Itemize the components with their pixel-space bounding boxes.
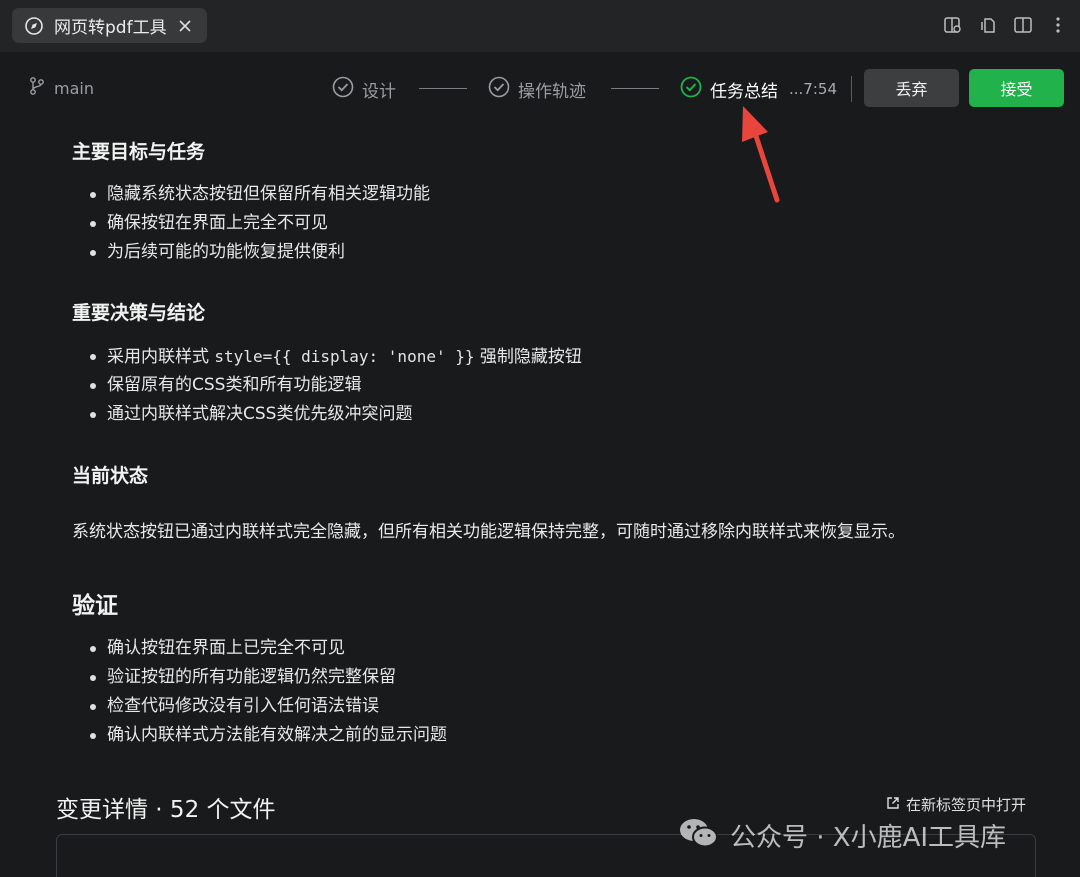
goals-list: 隐藏系统状态按钮但保留所有相关逻辑功能 确保按钮在界面上完全不可见 为后续可能的… [90,180,430,267]
watermark: 公众号 · X小鹿AI工具库 [678,816,1006,854]
list-item: 保留原有的CSS类和所有功能逻辑 [90,371,582,400]
annotation-arrow-icon [742,106,780,203]
section-heading-verify: 验证 [72,593,118,619]
list-item: 隐藏系统状态按钮但保留所有相关逻辑功能 [90,180,430,209]
timestamp: ...7:54 [789,80,837,98]
toolbar-divider [851,76,852,102]
open-in-new-tab-label: 在新标签页中打开 [906,796,1027,814]
list-item: 验证按钮的所有功能逻辑仍然完整保留 [90,663,447,692]
discard-button[interactable]: 丢弃 [864,69,959,107]
list-item: 采用内联样式 style={{ display: 'none' }} 强制隐藏按… [90,342,582,371]
step-connector [419,88,467,89]
step-label: 操作轨迹 [518,81,586,102]
changes-title: 变更详情 · 52 个文件 [56,797,276,823]
panel-search-icon[interactable] [943,14,963,36]
external-link-icon [886,796,900,814]
list-item: 确认按钮在界面上已完全不可见 [90,634,447,663]
step-design[interactable]: 设计 [332,76,396,102]
compass-icon [24,16,44,36]
step-label: 任务总结 [710,81,778,102]
tab-bar: 网页转pdf工具 [0,0,1080,52]
section-heading-decisions: 重要决策与结论 [72,302,206,324]
step-connector [611,88,659,89]
open-in-new-tab-link[interactable]: 在新标签页中打开 [886,794,1026,815]
close-icon[interactable] [175,16,195,36]
git-branch-icon [28,76,46,100]
inline-code: style={{ display: 'none' }} [214,347,475,366]
list-item: 检查代码修改没有引入任何语法错误 [90,692,447,721]
step-label: 设计 [362,81,396,102]
more-icon[interactable] [1048,14,1068,36]
task-toolbar: main 设计 操作轨迹 任务总结 ...7:54 丢弃 接受 [0,52,1080,124]
section-heading-goals: 主要目标与任务 [72,141,206,163]
branch-indicator[interactable]: main [28,76,94,100]
step-summary[interactable]: 任务总结 [680,76,778,102]
decisions-list: 采用内联样式 style={{ display: 'none' }} 强制隐藏按… [90,342,582,429]
list-item: 确保按钮在界面上完全不可见 [90,209,430,238]
check-circle-icon [680,76,702,102]
status-text: 系统状态按钮已通过内联样式完全隐藏，但所有相关功能逻辑保持完整，可随时通过移除内… [72,522,905,542]
section-heading-status: 当前状态 [72,465,149,487]
list-item: 通过内联样式解决CSS类优先级冲突问题 [90,400,582,429]
accept-button[interactable]: 接受 [969,69,1064,107]
watermark-text: 公众号 · X小鹿AI工具库 [730,822,1007,853]
copy-file-icon[interactable] [978,14,998,36]
check-circle-icon [488,76,510,102]
check-circle-icon [332,76,354,102]
split-view-icon[interactable] [1013,14,1033,36]
window-actions [943,14,1068,36]
step-trajectory[interactable]: 操作轨迹 [488,76,586,102]
tab-webpage-to-pdf[interactable]: 网页转pdf工具 [12,8,207,43]
list-item: 确认内联样式方法能有效解决之前的显示问题 [90,721,447,750]
branch-name: main [54,78,94,98]
verify-list: 确认按钮在界面上已完全不可见 验证按钮的所有功能逻辑仍然完整保留 检查代码修改没… [90,634,447,750]
list-item: 为后续可能的功能恢复提供便利 [90,238,430,267]
app-window: 网页转pdf工具 main 设计 操作轨迹 任务总结 ...7:54 丢弃 接受… [0,0,1080,877]
wechat-icon [678,816,720,854]
tab-title: 网页转pdf工具 [54,18,167,38]
list-item-text: 采用内联样式 [107,347,209,367]
list-item-text: 强制隐藏按钮 [479,347,582,367]
